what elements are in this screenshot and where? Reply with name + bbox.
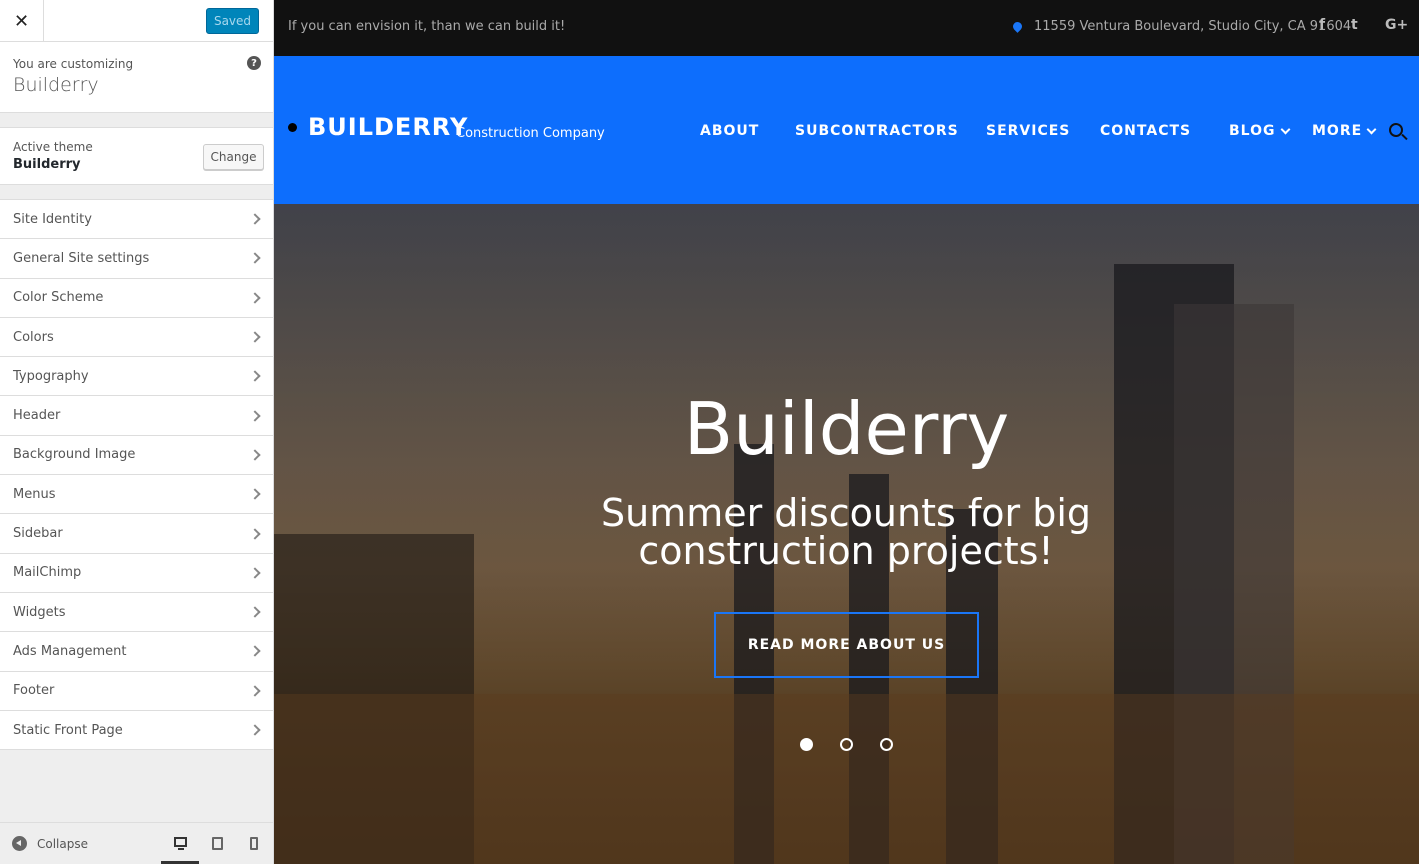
chevron-right-icon [249, 449, 261, 461]
chevron-down-icon [1280, 124, 1290, 134]
mobile-icon [250, 836, 258, 850]
preview-desktop-button[interactable] [161, 822, 199, 864]
nav-label: SERVICES [986, 123, 1071, 139]
section-label: General Site settings [13, 250, 150, 266]
customizer-footer: Collapse [0, 822, 273, 864]
section-site-identity[interactable]: Site Identity [0, 200, 273, 240]
section-label: Typography [13, 368, 89, 384]
chevron-right-icon [249, 213, 261, 225]
nav-subcontractors[interactable]: SUBCONTRACTORS [795, 123, 959, 139]
desktop-icon [173, 836, 187, 850]
nav-label: SUBCONTRACTORS [795, 123, 959, 139]
nav-about[interactable]: ABOUT [700, 123, 759, 139]
section-label: Sidebar [13, 526, 63, 542]
section-menus[interactable]: Menus [0, 475, 273, 515]
customizing-label: You are customizing [13, 57, 134, 71]
chevron-right-icon [249, 724, 261, 736]
customizing-info: You are customizing Builderry [0, 42, 273, 113]
hero-bg-ground [274, 694, 1419, 864]
customizer-sidebar: ✕ Saved You are customizing Builderry ? … [0, 0, 274, 864]
customizer-header: ✕ Saved [0, 0, 273, 42]
section-static-front-page[interactable]: Static Front Page [0, 711, 273, 751]
section-footer[interactable]: Footer [0, 672, 273, 711]
chevron-right-icon [249, 292, 261, 304]
customizer-sections: Site Identity General Site settings Colo… [0, 199, 273, 751]
hero-subtitle: Summer discounts for big construction pr… [600, 491, 1091, 573]
section-ads-management[interactable]: Ads Management [0, 632, 273, 672]
slider-dot-1[interactable] [800, 738, 813, 751]
close-icon[interactable]: ✕ [0, 0, 44, 42]
collapse-button[interactable]: Collapse [12, 836, 88, 851]
hero-title: Builderry [683, 387, 1010, 471]
change-theme-button[interactable]: Change [203, 144, 264, 170]
google-plus-icon[interactable]: G+ [1385, 17, 1408, 33]
section-sidebar[interactable]: Sidebar [0, 514, 273, 554]
section-typography[interactable]: Typography [0, 357, 273, 397]
section-mailchimp[interactable]: MailChimp [0, 554, 273, 593]
chevron-down-icon [1366, 124, 1377, 134]
section-widgets[interactable]: Widgets [0, 593, 273, 633]
section-label: Ads Management [13, 643, 127, 659]
nav-blog[interactable]: BLOG [1229, 123, 1290, 139]
chevron-right-icon [249, 567, 261, 579]
section-label: Footer [13, 683, 55, 699]
chevron-right-icon [249, 527, 261, 540]
logo-dot [288, 123, 297, 132]
facebook-icon[interactable]: f [1319, 17, 1325, 33]
slider-dot-3[interactable] [880, 738, 893, 751]
section-general-site-settings[interactable]: General Site settings [0, 239, 273, 279]
section-label: Header [13, 408, 61, 424]
slider-dot-2[interactable] [840, 738, 853, 751]
nav-label: CONTACTS [1100, 123, 1192, 139]
active-theme-panel: Active theme Builderry Change [0, 127, 273, 185]
section-color-scheme[interactable]: Color Scheme [0, 279, 273, 318]
site-preview: If you can envision it, than we can buil… [274, 0, 1419, 864]
section-label: Color Scheme [13, 290, 104, 306]
section-colors[interactable]: Colors [0, 318, 273, 358]
twitter-icon[interactable]: t [1351, 17, 1358, 33]
section-label: Static Front Page [13, 722, 123, 738]
section-label: Menus [13, 486, 56, 502]
help-icon[interactable]: ? [247, 56, 261, 70]
chevron-right-icon [249, 685, 261, 697]
site-topbar: If you can envision it, than we can buil… [274, 0, 1419, 56]
nav-label: ABOUT [700, 123, 760, 139]
preview-mobile-button[interactable] [235, 822, 273, 864]
nav-services[interactable]: SERVICES [986, 123, 1070, 139]
nav-contacts[interactable]: CONTACTS [1100, 123, 1191, 139]
site-tagline: If you can envision it, than we can buil… [288, 19, 566, 34]
saved-button[interactable]: Saved [206, 8, 259, 34]
section-label: Site Identity [13, 211, 92, 227]
map-pin-icon [1011, 20, 1024, 33]
chevron-right-icon [249, 409, 261, 422]
section-header[interactable]: Header [0, 396, 273, 436]
chevron-right-icon [249, 645, 261, 658]
section-background-image[interactable]: Background Image [0, 436, 273, 476]
search-icon[interactable] [1389, 123, 1403, 137]
tablet-icon [211, 836, 223, 850]
chevron-right-icon [249, 331, 261, 343]
nav-label: BLOG [1229, 123, 1276, 139]
collapse-label: Collapse [37, 836, 88, 851]
chevron-right-icon [249, 252, 261, 265]
section-label: MailChimp [13, 565, 82, 581]
site-logo[interactable]: BUILDERRY [308, 113, 468, 141]
chevron-right-icon [249, 606, 261, 618]
read-more-button[interactable]: READ MORE ABOUT US [714, 612, 979, 678]
section-label: Colors [13, 329, 54, 345]
nav-more[interactable]: MORE [1312, 123, 1377, 139]
chevron-right-icon [249, 370, 261, 382]
collapse-arrow-icon [12, 836, 27, 851]
section-label: Widgets [13, 604, 66, 620]
address-text: 11559 Ventura Boulevard, Studio City, CA… [1034, 19, 1352, 34]
site-name: Builderry [13, 74, 99, 96]
nav-label: MORE [1312, 123, 1363, 139]
preview-tablet-button[interactable] [198, 822, 236, 864]
site-address: 11559 Ventura Boulevard, Studio City, CA… [1011, 19, 1352, 34]
chevron-right-icon [249, 488, 261, 500]
site-logo-subtitle: Construction Company [456, 126, 605, 141]
section-label: Background Image [13, 447, 136, 463]
